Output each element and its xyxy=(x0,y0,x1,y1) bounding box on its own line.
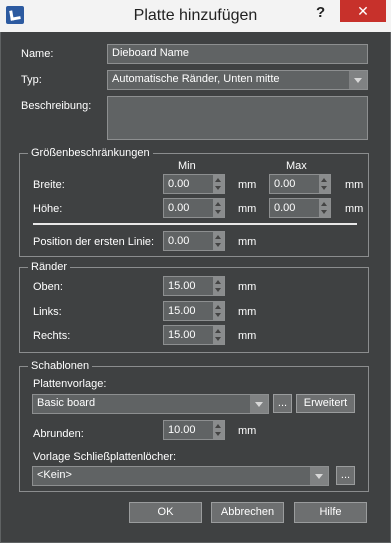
stepper-arrows-icon[interactable] xyxy=(213,326,224,344)
chevron-down-icon[interactable] xyxy=(310,467,328,485)
browse-button[interactable]: ... xyxy=(273,394,292,413)
beschreibung-label: Beschreibung: xyxy=(21,100,92,112)
beschreibung-textarea[interactable] xyxy=(107,96,368,140)
hoehe-max-stepper[interactable]: 0.00 xyxy=(269,198,331,218)
stepper-arrows-icon[interactable] xyxy=(319,175,330,193)
plattenvorlage-label: Plattenvorlage: xyxy=(33,378,107,390)
unit-label: mm xyxy=(238,330,257,342)
chevron-down-icon[interactable] xyxy=(250,395,268,413)
hoehe-min-stepper[interactable]: 0.00 xyxy=(163,198,225,218)
typ-label: Typ: xyxy=(21,74,42,86)
erweitert-button[interactable]: Erweitert xyxy=(296,394,355,413)
breite-min-stepper[interactable]: 0.00 xyxy=(163,174,225,194)
raender-group-title: Ränder xyxy=(28,261,71,273)
min-header: Min xyxy=(178,160,196,172)
typ-dropdown[interactable]: Automatische Ränder, Unten mitte xyxy=(107,70,368,90)
unit-label: mm xyxy=(238,425,257,437)
schablonen-group-title: Schablonen xyxy=(28,360,93,372)
browse-button-2[interactable]: ... xyxy=(336,466,355,485)
stepper-arrows-icon[interactable] xyxy=(213,199,224,217)
stepper-arrows-icon[interactable] xyxy=(213,277,224,295)
unit-label: mm xyxy=(345,203,364,215)
name-input[interactable]: Dieboard Name xyxy=(107,44,368,64)
schliess-dropdown[interactable]: <Kein> xyxy=(32,466,329,486)
max-header: Max xyxy=(286,160,307,172)
breite-max-stepper[interactable]: 0.00 xyxy=(269,174,331,194)
stepper-arrows-icon[interactable] xyxy=(213,232,224,250)
name-label: Name: xyxy=(21,48,54,60)
schliess-value: <Kein> xyxy=(37,469,72,481)
unit-label: mm xyxy=(238,236,257,248)
unit-label: mm xyxy=(238,281,257,293)
unit-label: mm xyxy=(345,179,364,191)
plattenvorlage-dropdown[interactable]: Basic board xyxy=(32,394,269,414)
cancel-button[interactable]: Abbrechen xyxy=(211,502,284,523)
stepper-arrows-icon[interactable] xyxy=(213,421,224,439)
plattenvorlage-value: Basic board xyxy=(37,397,96,409)
stepper-arrows-icon[interactable] xyxy=(213,175,224,193)
abrunden-stepper[interactable]: 10.00 xyxy=(163,420,225,440)
title-bar: Platte hinzufügen ? ✕ xyxy=(0,0,391,32)
erste-linie-label: Position der ersten Linie: xyxy=(33,236,155,248)
groessen-group-title: Größenbeschränkungen xyxy=(28,147,153,159)
dialog-title: Platte hinzufügen xyxy=(133,7,258,24)
close-button[interactable]: ✕ xyxy=(340,0,386,22)
stepper-arrows-icon[interactable] xyxy=(319,199,330,217)
ok-button[interactable]: OK xyxy=(129,502,202,523)
rechts-stepper[interactable]: 15.00 xyxy=(163,325,225,345)
unit-label: mm xyxy=(238,179,257,191)
oben-stepper[interactable]: 15.00 xyxy=(163,276,225,296)
abrunden-label: Abrunden: xyxy=(33,428,84,440)
chevron-down-icon[interactable] xyxy=(349,71,367,89)
hoehe-label: Höhe: xyxy=(33,203,63,215)
erste-linie-stepper[interactable]: 0.00 xyxy=(163,231,225,251)
typ-dropdown-value: Automatische Ränder, Unten mitte xyxy=(112,73,280,85)
links-stepper[interactable]: 15.00 xyxy=(163,301,225,321)
links-label: Links: xyxy=(33,306,62,318)
help-button[interactable]: Hilfe xyxy=(294,502,367,523)
unit-label: mm xyxy=(238,203,257,215)
divider xyxy=(33,223,357,225)
rechts-label: Rechts: xyxy=(33,330,71,342)
schliess-label: Vorlage Schließplattenlöcher: xyxy=(33,451,177,463)
help-icon[interactable]: ? xyxy=(316,4,325,21)
unit-label: mm xyxy=(238,306,257,318)
oben-label: Oben: xyxy=(33,281,63,293)
stepper-arrows-icon[interactable] xyxy=(213,302,224,320)
breite-label: Breite: xyxy=(33,179,65,191)
